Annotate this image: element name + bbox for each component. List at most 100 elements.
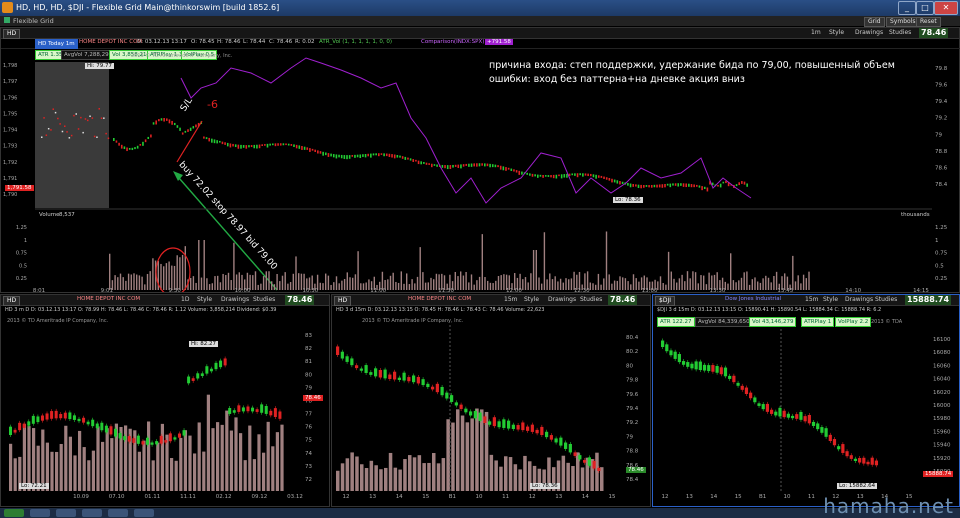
volume-bar: [411, 279, 413, 290]
volume-bar: [397, 282, 400, 290]
price-bar: [658, 184, 661, 188]
price-bar: [420, 161, 422, 165]
volume-bar: [319, 282, 321, 290]
volume-bar: [797, 275, 799, 290]
taskbar-app-icon[interactable]: [82, 509, 102, 517]
hd-15m-volume-bar: [504, 456, 508, 491]
price-bar: [703, 186, 706, 189]
hd-15m-volume-bar: [475, 408, 479, 491]
candle-body: [378, 369, 382, 378]
volume-bar: [662, 283, 664, 290]
daily-volume-bar: [137, 451, 141, 491]
price-bar: [380, 153, 383, 155]
candle-body: [661, 340, 665, 347]
grid-button[interactable]: Grid: [864, 17, 885, 27]
daily-volume-bar: [202, 451, 206, 491]
main-price-bars: [41, 108, 748, 192]
candle-body: [870, 457, 874, 465]
volume-bar: [546, 279, 548, 290]
price-bar: [409, 158, 412, 161]
volume-bar: [144, 284, 146, 290]
premarket-bar: [107, 137, 110, 140]
price-bar: [611, 178, 613, 183]
price-bar: [160, 118, 163, 121]
minimize-button[interactable]: _: [898, 1, 916, 15]
hd-15m-time-label: 11: [502, 494, 509, 500]
daily-volume-bar: [41, 429, 45, 491]
candle-body: [421, 379, 425, 386]
candle-body: [196, 373, 200, 379]
daily-volume-bar: [101, 441, 105, 491]
candle-body: [832, 439, 837, 446]
price-bar: [547, 175, 550, 177]
volume-bar: [559, 278, 562, 290]
volume-bar: [322, 283, 324, 290]
taskbar-app-icon[interactable]: [134, 509, 154, 517]
volume-bar: [271, 281, 273, 290]
daily-volume-bar: [206, 394, 210, 491]
hd-15m-volume-bar: [345, 458, 350, 491]
volume-bar: [208, 284, 211, 290]
taskbar-app-icon[interactable]: [56, 509, 76, 517]
price-bar: [595, 174, 597, 179]
price-bar: [274, 143, 277, 147]
time-axis-label: 11:30: [438, 288, 454, 292]
reset-button[interactable]: Reset: [916, 17, 941, 27]
volume-bar: [292, 273, 294, 290]
premarket-bar: [75, 113, 77, 115]
volume-bar: [179, 257, 181, 290]
candle-body: [841, 444, 845, 453]
candle-body: [749, 392, 753, 399]
volume-bar: [354, 274, 357, 290]
daily-volume-bar: [110, 438, 114, 491]
candle-body: [9, 426, 12, 435]
dji-chart-canvas[interactable]: 16100 16080 16060 16040 16020 16000 15980 15960…: [653, 295, 959, 506]
maximize-button[interactable]: □: [916, 1, 934, 15]
start-button-icon[interactable]: [4, 509, 24, 517]
daily-chart-canvas[interactable]: 838281807978777675747372 10.09 07.10 01.11…: [1, 295, 329, 506]
volume-bar: [279, 281, 281, 290]
volume-bar: [325, 273, 327, 290]
candle-body: [587, 457, 591, 466]
hd-15m-volume-bar: [350, 452, 354, 491]
premarket-bar: [96, 136, 98, 138]
daily-volume-bar: [142, 440, 146, 491]
candle-body: [359, 368, 363, 371]
close-button[interactable]: ✕: [934, 1, 958, 15]
candle-body: [478, 412, 482, 421]
price-bar: [735, 184, 738, 187]
candle-body: [127, 436, 131, 442]
volume-bar: [335, 276, 338, 290]
price-bar: [150, 134, 152, 138]
price-bar: [142, 141, 144, 146]
candle-body: [526, 426, 530, 431]
price-bar: [396, 155, 399, 158]
volume-bar: [773, 275, 775, 290]
hd-15m-volume-bar: [369, 460, 374, 491]
price-bar: [120, 144, 123, 149]
hd-15m-volume-bar: [600, 467, 604, 491]
price-bar: [637, 184, 640, 189]
premarket-bar: [93, 135, 96, 138]
candle-body: [469, 411, 473, 416]
candle-body: [681, 361, 686, 365]
price-bar: [415, 159, 417, 162]
hd-15m-chart-canvas[interactable]: 80.480.28079.879.679.479.27978.878.678.4…: [332, 295, 650, 506]
candle-body: [583, 460, 587, 463]
volume-bar: [554, 276, 556, 290]
volume-bar: [435, 273, 438, 290]
price-bar: [502, 166, 505, 171]
taskbar-app-icon[interactable]: [108, 509, 128, 517]
hd-15m-price-tag: 78.46: [626, 467, 646, 473]
volume-bar: [697, 283, 699, 290]
volume-bar: [673, 278, 675, 290]
hd-15m-axis-label: 78.8: [626, 449, 639, 455]
dji-price-tag: 15888.74: [923, 471, 954, 477]
taskbar-app-icon[interactable]: [30, 509, 50, 517]
volume-bar: [149, 271, 151, 290]
daily-volume-bar: [266, 421, 270, 491]
grid-tab-label[interactable]: Flexible Grid: [13, 17, 54, 25]
candle-body: [77, 418, 81, 422]
symbols-button[interactable]: Symbols: [886, 17, 920, 27]
dji-axis-label: 15960: [933, 429, 951, 435]
